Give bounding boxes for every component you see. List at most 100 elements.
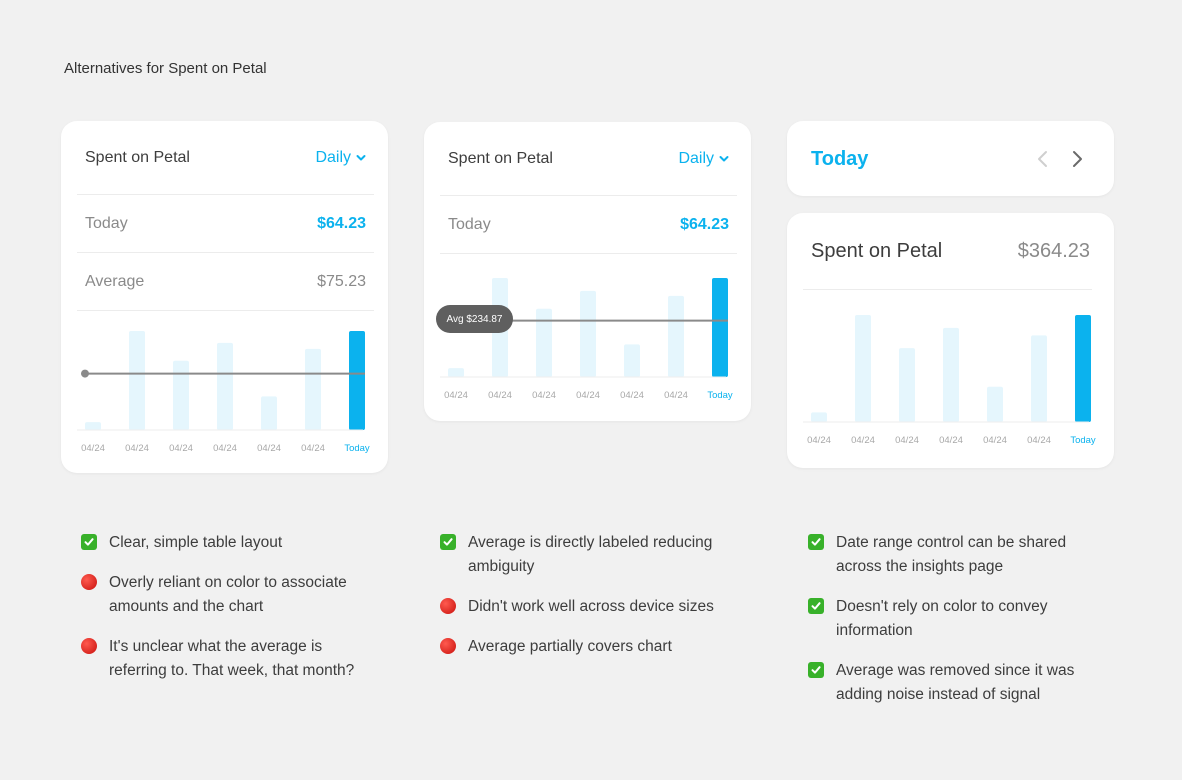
today-value: $64.23	[680, 216, 729, 233]
note-item: Average was removed since it was adding n…	[808, 659, 1118, 707]
bar-4	[261, 396, 277, 430]
note-item: It's unclear what the average is referrin…	[81, 635, 391, 683]
period-label: Daily	[678, 150, 714, 167]
card-no-average: Spent on Petal $364.23 04/24 04/24 04/24 04…	[787, 213, 1114, 468]
note-line: amounts and the chart	[109, 598, 264, 615]
note-line: adding noise instead of signal	[836, 686, 1041, 703]
bar-3	[580, 290, 596, 377]
x-tick-label: 04/24	[125, 443, 149, 454]
x-tick-label: 04/24	[576, 390, 600, 401]
divider	[77, 194, 374, 195]
note-text: Average was removed since it was adding n…	[836, 659, 1074, 707]
note-item: Doesn't rely on color to convey informati…	[808, 595, 1118, 643]
note-text: Didn't work well across device sizes	[468, 595, 714, 619]
note-line: It's unclear what the average is	[109, 638, 323, 655]
bar-4	[624, 344, 640, 377]
note-text: Average partially covers chart	[468, 635, 672, 659]
divider	[440, 195, 737, 196]
x-tick-label: 04/24	[532, 390, 556, 401]
period-dropdown[interactable]: Daily	[315, 149, 366, 167]
card-table-layout: Spent on Petal Daily Today $64.23 Averag…	[61, 121, 388, 473]
note-line: referring to. That week, that month?	[109, 662, 355, 679]
today-value: $64.23	[317, 215, 366, 232]
check-icon	[808, 662, 824, 678]
bar-5	[305, 348, 321, 430]
bar-6	[349, 331, 365, 430]
date-range-control: Today	[787, 121, 1114, 196]
check-icon	[808, 598, 824, 614]
x-tick-label: 04/24	[301, 443, 325, 454]
bar-2	[536, 308, 552, 377]
card-title: Spent on Petal	[811, 240, 943, 262]
x-tick-label: 04/24	[939, 435, 963, 446]
average-label: Average	[85, 273, 145, 290]
average-value: $75.23	[317, 273, 366, 290]
x-tick-label: 04/24	[488, 390, 512, 401]
note-line: Average is directly labeled reducing	[468, 534, 713, 551]
card-title: Spent on Petal	[448, 150, 553, 167]
check-icon	[440, 534, 456, 550]
date-range-label: Today	[811, 148, 869, 170]
red-circle-icon	[440, 638, 456, 654]
x-tick-label: 04/24	[257, 443, 281, 454]
x-tick-label: 04/24	[1027, 435, 1051, 446]
note-line: Overly reliant on color to associate	[109, 574, 347, 591]
note-item: Didn't work well across device sizes	[440, 595, 750, 619]
x-tick-label: 04/24	[213, 443, 237, 454]
note-line: Clear, simple table layout	[109, 534, 283, 551]
bar-6	[712, 278, 728, 377]
note-line: Didn't work well across device sizes	[468, 598, 714, 615]
note-item: Average is directly labeled reducing ambi…	[440, 531, 750, 579]
x-tick-label: 04/24	[895, 435, 919, 446]
x-tick-label: 04/24	[807, 435, 831, 446]
divider	[440, 253, 737, 254]
today-label: Today	[448, 216, 491, 233]
bar-5	[1031, 335, 1047, 422]
bar-4	[987, 386, 1003, 422]
bar-2	[899, 348, 915, 422]
bar-3	[943, 327, 959, 422]
x-tick-label: 04/24	[983, 435, 1007, 446]
card-labeled-average: Spent on Petal Daily Today $64.23 04/24 0…	[424, 122, 751, 421]
bar-0	[448, 368, 464, 377]
red-circle-icon	[440, 598, 456, 614]
check-icon	[808, 534, 824, 550]
next-arrow-icon[interactable]	[1066, 147, 1088, 171]
bar-1	[129, 331, 145, 430]
note-line: Date range control can be shared	[836, 534, 1067, 551]
chevron-down-icon	[356, 155, 366, 161]
bar-6	[1075, 315, 1091, 422]
x-tick-label: 04/24	[851, 435, 875, 446]
chevron-down-icon	[719, 156, 729, 162]
x-tick-label: Today	[1070, 435, 1096, 446]
average-dot	[81, 369, 89, 378]
period-dropdown[interactable]: Daily	[678, 150, 729, 168]
bar-2	[173, 360, 189, 430]
previous-arrow-icon[interactable]	[1032, 147, 1054, 171]
spending-chart: 04/24 04/24 04/24 04/24 04/24 04/24 Today	[440, 278, 733, 401]
bar-5	[668, 295, 684, 377]
note-item: Clear, simple table layout	[81, 531, 391, 555]
today-label: Today	[85, 215, 128, 232]
page-title: Alternatives for Spent on Petal	[64, 60, 267, 77]
divider	[803, 289, 1092, 290]
bar-3	[217, 342, 233, 430]
x-tick-label: 04/24	[169, 443, 193, 454]
note-line: information	[836, 622, 913, 639]
divider	[77, 252, 374, 253]
divider	[77, 310, 374, 311]
red-circle-icon	[81, 574, 97, 590]
check-icon	[81, 534, 97, 550]
note-line: across the insights page	[836, 558, 1004, 575]
note-text: Doesn't rely on color to convey informati…	[836, 595, 1047, 643]
note-text: Clear, simple table layout	[109, 531, 282, 555]
card-title: Spent on Petal	[85, 149, 190, 166]
x-tick-label: 04/24	[664, 390, 688, 401]
x-tick-label: 04/24	[81, 443, 105, 454]
note-item: Average partially covers chart	[440, 635, 750, 659]
spending-chart: 04/24 04/24 04/24 04/24 04/24 04/24 Today	[803, 315, 1096, 446]
note-text: It's unclear what the average is referrin…	[109, 635, 354, 683]
note-line: ambiguity	[468, 558, 535, 575]
note-text: Date range control can be shared across t…	[836, 531, 1066, 579]
note-text: Average is directly labeled reducing ambi…	[468, 531, 712, 579]
